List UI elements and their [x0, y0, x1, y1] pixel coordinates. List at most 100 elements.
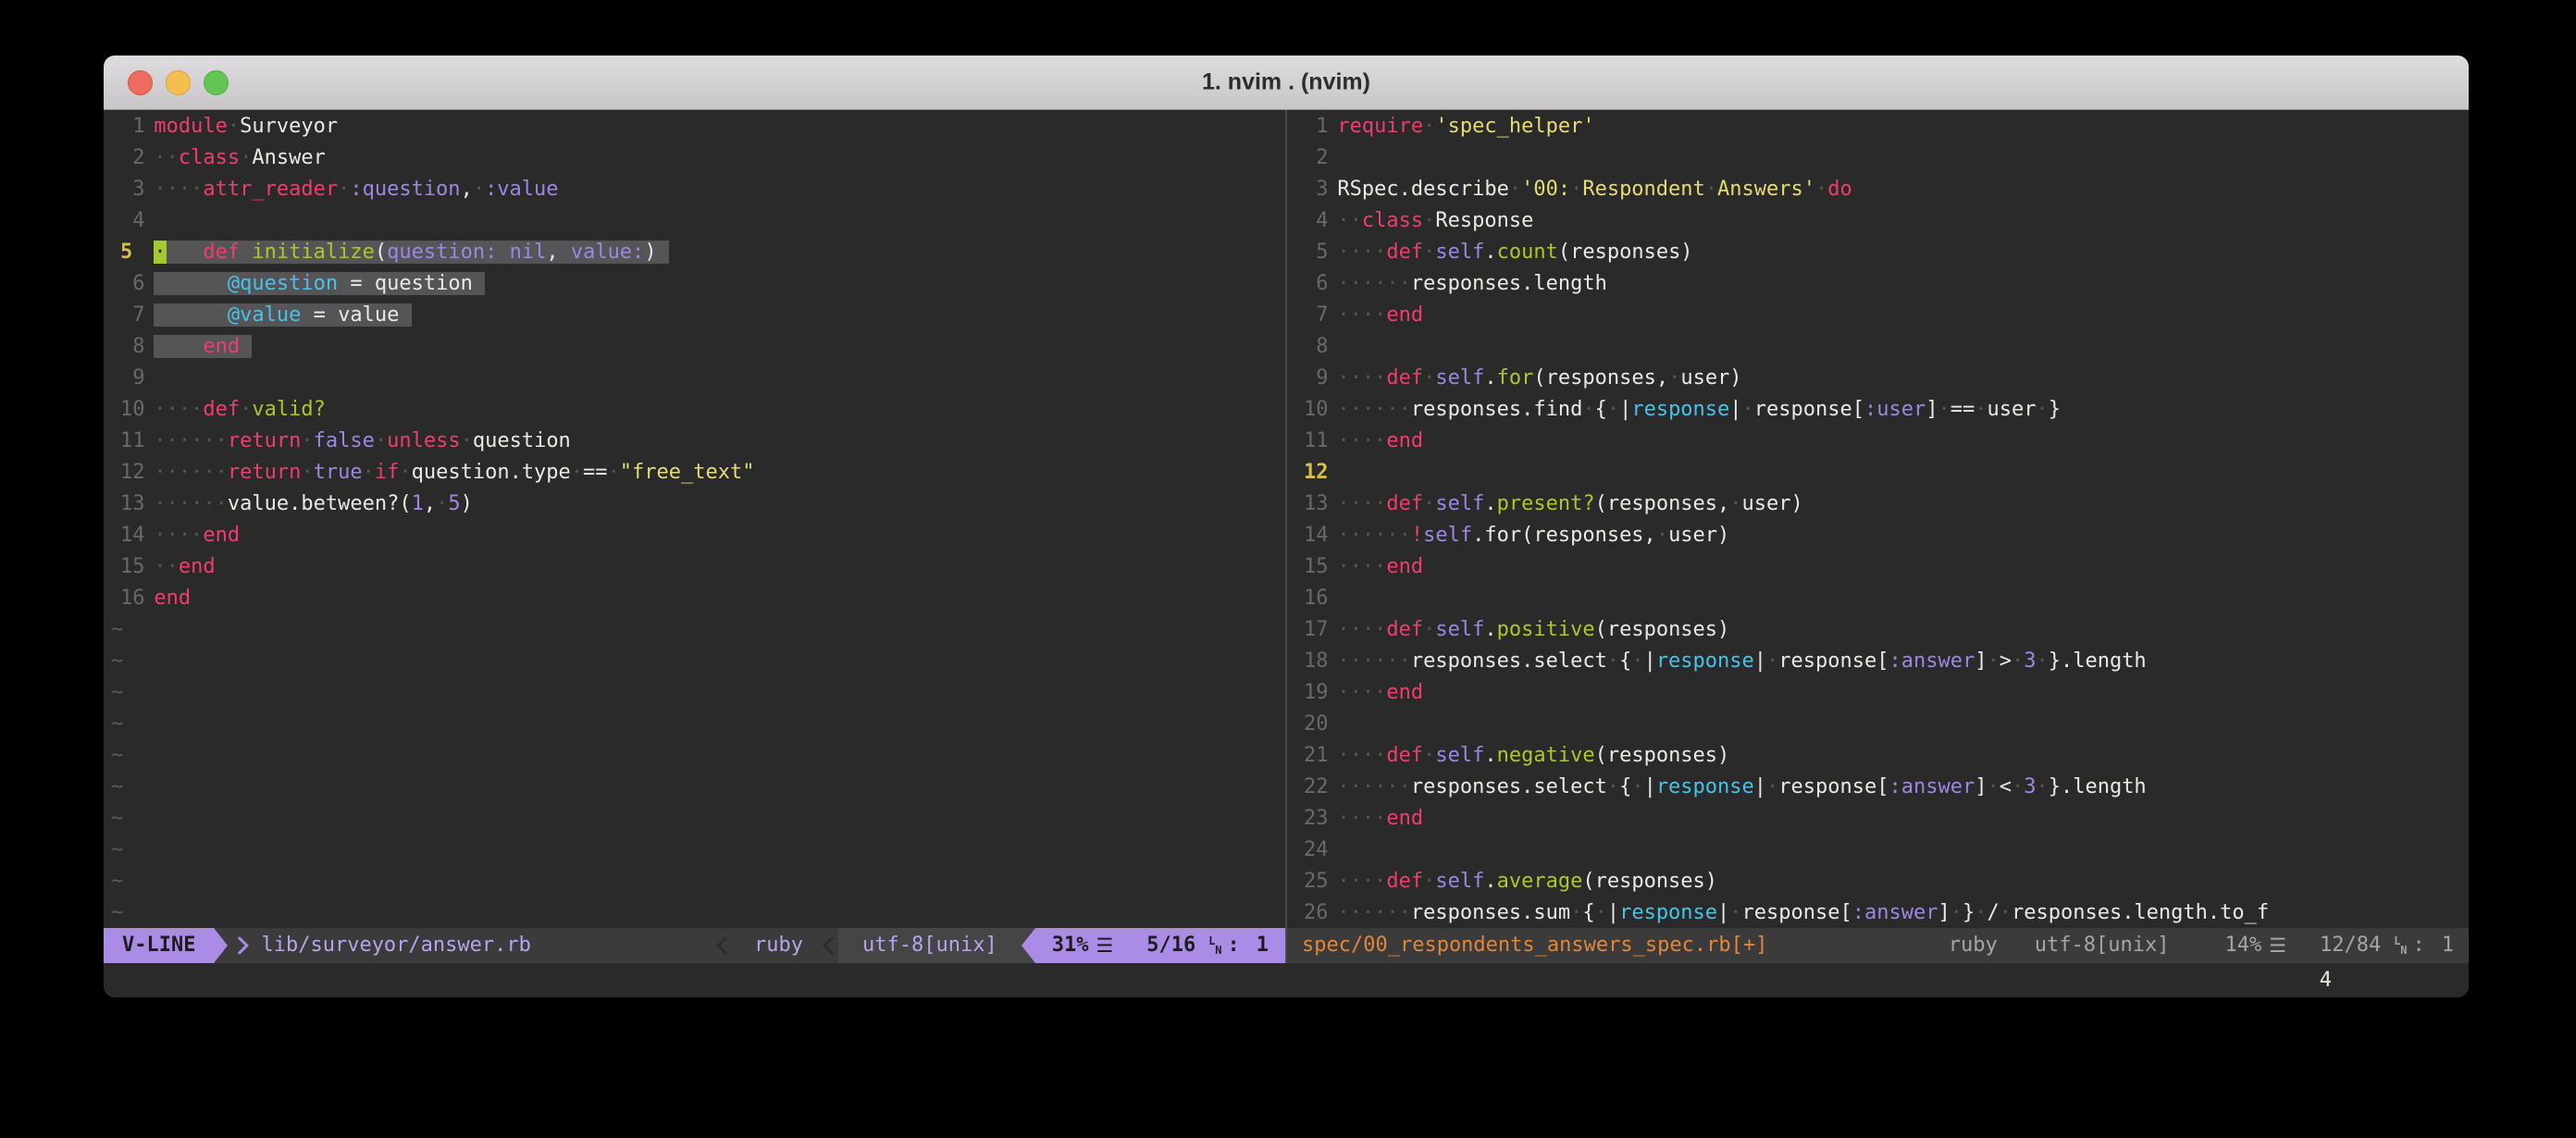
code-line[interactable]: 16end	[104, 583, 1285, 614]
line-number: 14	[1304, 520, 1328, 551]
code-line[interactable]: 3····attr_reader·:question,·:value	[104, 174, 1285, 205]
code-line[interactable]: 4	[104, 205, 1285, 237]
syntax-token: def	[1386, 744, 1423, 767]
whitespace-dots: ····	[154, 398, 203, 421]
syntax-token: end	[1386, 681, 1423, 704]
code-line[interactable]: 25····def·self.average(responses)	[1287, 866, 2469, 897]
whitespace-dots: ···	[167, 241, 204, 264]
code-line[interactable]: 15····end	[1287, 551, 2469, 583]
code-line[interactable]: 14······!self.for(responses,·user)	[1287, 520, 2469, 551]
whitespace-dots: ·	[1766, 775, 1778, 798]
syntax-token: class	[179, 146, 240, 169]
code-line[interactable]: 18······responses.select·{·|response|·re…	[1287, 646, 2469, 677]
code-line[interactable]: 8····end	[104, 331, 1285, 363]
tilde-empty-line: ~	[111, 618, 123, 641]
code-line[interactable]: 7······@value·=·value	[104, 300, 1285, 331]
code-line[interactable]: 12······return·true·if·question.type·==·…	[104, 457, 1285, 489]
code-line[interactable]: 1module·Surveyor	[104, 111, 1285, 142]
code-area-right[interactable]: 1require·'spec_helper'23RSpec.describe·'…	[1287, 110, 2469, 928]
code-text: ······return·true·if·question.type·==·"f…	[154, 461, 754, 484]
line-number-icon: LN	[1208, 936, 1221, 955]
syntax-token: 3	[2024, 775, 2036, 798]
code-line[interactable]: 20	[1287, 709, 2469, 740]
pane-answer-rb[interactable]: 1module·Surveyor2··class·Answer3····attr…	[104, 110, 1285, 963]
code-line[interactable]: 5····def·initialize(question:·nil,·value…	[104, 237, 1285, 268]
powerline-arrow-right-icon	[214, 928, 228, 963]
syntax-token: |	[1619, 398, 1631, 421]
code-line[interactable]: 24	[1287, 835, 2469, 866]
whitespace-dots: ·	[228, 115, 240, 138]
code-line[interactable]: 12	[1287, 457, 2469, 489]
line-number: 3	[1304, 174, 1328, 205]
code-line[interactable]: 21····def·self.negative(responses)	[1287, 740, 2469, 772]
command-line: 4	[104, 963, 2469, 997]
code-line[interactable]: 5····def·self.count(responses)	[1287, 237, 2469, 268]
code-line[interactable]: 13······value.between?(1,·5)	[104, 489, 1285, 520]
whitespace-dots: ·	[338, 178, 350, 201]
code-line[interactable]: 15··end	[104, 551, 1285, 583]
tilde-empty-line: ~	[111, 870, 123, 893]
pane-spec-rb[interactable]: 1require·'spec_helper'23RSpec.describe·'…	[1287, 110, 2469, 963]
whitespace-dots: ······	[1337, 398, 1410, 421]
code-line[interactable]: 4··class·Response	[1287, 205, 2469, 237]
code-line[interactable]: 11····end	[1287, 426, 2469, 457]
code-area-left[interactable]: 1module·Surveyor2··class·Answer3····attr…	[104, 110, 1285, 928]
code-line[interactable]: 10······responses.find·{·|response|·resp…	[1287, 394, 2469, 426]
code-text: ····def·self.count(responses)	[1337, 241, 1692, 264]
whitespace-dots: ······	[154, 492, 227, 515]
syntax-token: initialize	[252, 241, 374, 264]
line-number: 16	[1304, 583, 1328, 614]
code-line[interactable]: 14····end	[104, 520, 1285, 551]
code-text: module·Surveyor	[154, 115, 338, 138]
code-line[interactable]: 19····end	[1287, 677, 2469, 709]
syntax-token: self	[1435, 618, 1484, 641]
code-line[interactable]: 26······responses.sum·{·|response|·respo…	[1287, 897, 2469, 928]
syntax-token: |	[1754, 649, 1766, 673]
whitespace-dots: ·	[1509, 178, 1521, 201]
whitespace-dots: ·	[1570, 901, 1582, 924]
column-number: 1	[1257, 928, 1269, 963]
code-line[interactable]: 10····def·valid?	[104, 394, 1285, 426]
syntax-token: |	[1644, 649, 1656, 673]
code-line[interactable]: 2··class·Answer	[104, 142, 1285, 174]
syntax-token: return	[228, 429, 301, 452]
code-line[interactable]: 8	[1287, 331, 2469, 363]
code-line[interactable]: 2	[1287, 142, 2469, 174]
whitespace-dots: ·	[1987, 775, 1999, 798]
whitespace-dots: ·	[326, 303, 338, 327]
code-line[interactable]: 22······responses.select·{·|response|·re…	[1287, 772, 2469, 803]
code-line[interactable]: 7····end	[1287, 300, 2469, 331]
code-line[interactable]: 13····def·self.present?(responses,·user)	[1287, 489, 2469, 520]
syntax-token: ,	[424, 492, 436, 515]
syntax-token: require	[1337, 115, 1423, 138]
code-line[interactable]: 9····def·self.for(responses,·user)	[1287, 363, 2469, 394]
whitespace-dots: ··	[1337, 209, 1362, 232]
filetype-label: ruby	[754, 928, 803, 963]
code-line[interactable]: 6······@question·=·question	[104, 268, 1285, 300]
line-number: 6	[1304, 268, 1328, 300]
line-number: 9	[120, 363, 144, 394]
syntax-token: value:	[571, 241, 644, 264]
code-line[interactable]: 3RSpec.describe·'00:·Respondent·Answers'…	[1287, 174, 2469, 205]
code-line[interactable]: 9	[104, 363, 1285, 394]
whitespace-dots: ·	[1595, 901, 1607, 924]
syntax-token: def	[1386, 870, 1423, 893]
code-text: ······responses.length	[1337, 272, 1606, 295]
syntax-token: response[	[1778, 775, 1889, 798]
syntax-token: self	[1435, 744, 1484, 767]
code-line[interactable]: 17····def·self.positive(responses)	[1287, 614, 2469, 646]
code-line[interactable]: 23····end	[1287, 803, 2469, 835]
syntax-token: response	[1619, 901, 1717, 924]
statusline-left: V-LINE lib/surveyor/answer.rb ruby utf-8…	[104, 928, 1285, 963]
window-titlebar[interactable]: 1. nvim . (nvim)	[104, 56, 2469, 110]
code-line[interactable]: 11······return·false·unless·question	[104, 426, 1285, 457]
code-line[interactable]: 1require·'spec_helper'	[1287, 111, 2469, 142]
syntax-token: 3	[2024, 649, 2036, 673]
tilde-empty-line: ~	[111, 712, 123, 736]
whitespace-dots: ·	[2012, 775, 2024, 798]
code-line[interactable]: 16	[1287, 583, 2469, 614]
whitespace-dots: ·	[1975, 901, 1987, 924]
syntax-token: self	[1435, 366, 1484, 390]
code-line[interactable]: 6 ······responses.length	[1287, 268, 2469, 300]
code-text: ····def·self.for(responses,·user)	[1337, 366, 1741, 390]
